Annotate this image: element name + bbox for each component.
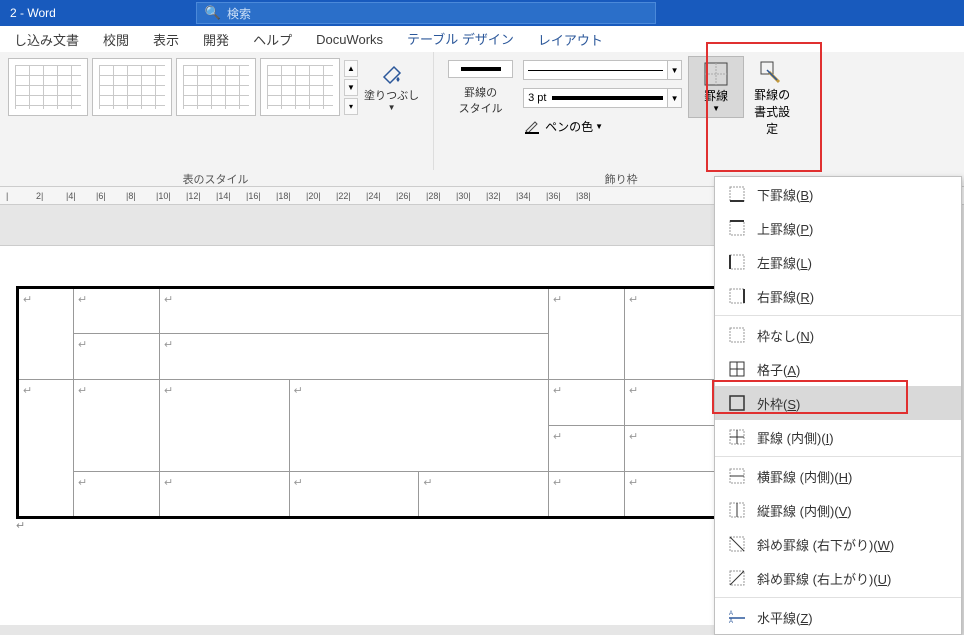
border-option-insideV[interactable]: 縦罫線 (内側)(V) [715,493,961,527]
table-row[interactable]: ↵ ↵ ↵ ↵ ↵ [18,288,735,334]
border-style-preview [448,60,513,78]
table-row[interactable]: ↵ ↵ ↵ ↵ ↵ ↵ [18,380,735,426]
search-icon: 🔍 [205,5,221,21]
dropdown-item-label: 枠なし(N) [757,326,814,345]
weight-preview [552,96,663,100]
border-style-button[interactable]: 罫線の スタイル [442,56,519,120]
all-border-icon [729,361,745,377]
chevron-down-icon: ▼ [712,104,720,113]
table-style-4[interactable] [260,58,340,116]
ribbon: ▲ ▼ ▾ 塗りつぶし ▼ 表のスタイル 罫線の スタイル [0,52,964,187]
table-style-2[interactable] [92,58,172,116]
line-weight-selector[interactable]: 3 pt [523,88,668,108]
tab-help[interactable]: ヘルプ [243,26,302,53]
dropdown-item-label: 左罫線(L) [757,253,812,272]
borders-button[interactable]: 罫線 ▼ [688,56,744,118]
chevron-down-icon: ▼ [595,122,603,131]
left-border-icon [729,254,745,270]
border-option-outside[interactable]: 外枠(S) [715,386,961,420]
border-option-top[interactable]: 上罫線(P) [715,211,961,245]
group-label-table-styles: 表のスタイル [0,171,431,187]
line-style-selector[interactable] [523,60,668,80]
border-painter-icon [759,60,785,86]
search-placeholder: 検索 [227,5,251,22]
borders-dropdown: 下罫線(B) 上罫線(P) 左罫線(L) 右罫線(R) 枠なし(N) 格子(A) 外枠(S)… [714,176,962,635]
border-option-left[interactable]: 左罫線(L) [715,245,961,279]
outside-border-icon [729,395,745,411]
dropdown-separator [715,456,961,457]
style-scroll-up[interactable]: ▲ [344,60,358,77]
svg-text:A: A [729,619,733,625]
border-option-insideH[interactable]: 横罫線 (内側)(H) [715,459,961,493]
table-style-3[interactable] [176,58,256,116]
top-border-icon [729,220,745,236]
tab-layout[interactable]: レイアウト [528,26,613,53]
dropdown-item-label: 格子(A) [757,360,800,379]
tab-mailings[interactable]: し込み文書 [4,26,89,53]
line-weight-chevron-icon[interactable]: ▼ [668,88,682,108]
insideH-border-icon [729,468,745,484]
none-border-icon [729,327,745,343]
tab-developer[interactable]: 開発 [193,26,239,53]
dropdown-item-label: 外枠(S) [757,394,800,413]
border-option-all[interactable]: 格子(A) [715,352,961,386]
table-row[interactable]: ↵ ↵ ↵ ↵ ↵ ↵ [18,472,735,518]
search-box[interactable]: 🔍 検索 [196,2,656,24]
border-option-right[interactable]: 右罫線(R) [715,279,961,313]
tab-view[interactable]: 表示 [143,26,189,53]
tab-review[interactable]: 校閲 [93,26,139,53]
word-table[interactable]: ↵ ↵ ↵ ↵ ↵ ↵ ↵ ↵ ↵ ↵ ↵ ↵ ↵ ↵ ↵ [16,286,736,519]
border-option-diagUp[interactable]: 斜め罫線 (右上がり)(U) [715,561,961,595]
diagDown-border-icon [729,536,745,552]
window-title: 2 - Word [0,6,66,20]
border-option-diagDown[interactable]: 斜め罫線 (右下がり)(W) [715,527,961,561]
dropdown-item-label: 縦罫線 (内側)(V) [757,501,852,520]
ribbon-sep-1 [433,52,434,170]
style-gallery-expand[interactable]: ▾ [344,98,358,115]
borders-icon [703,61,729,87]
style-scroll-down[interactable]: ▼ [344,79,358,96]
dropdown-item-label: 横罫線 (内側)(H) [757,467,852,486]
svg-text:A: A [729,611,733,617]
dropdown-item-label: 水平線(Z) [757,608,813,627]
table-style-1[interactable] [8,58,88,116]
border-option-horiz[interactable]: AA 水平線(Z) [715,600,961,634]
bottom-border-icon [729,186,745,202]
style-scroll: ▲ ▼ ▾ [344,59,358,116]
dropdown-item-label: 右罫線(R) [757,287,814,306]
inside-border-icon [729,429,745,445]
line-style-chevron-icon[interactable]: ▼ [668,60,682,80]
group-borders: 罫線の スタイル ▼ 3 pt ▼ [436,52,806,172]
dropdown-separator [715,315,961,316]
dropdown-item-label: 上罫線(P) [757,219,813,238]
dropdown-item-label: 斜め罫線 (右上がり)(U) [757,569,891,588]
dropdown-item-label: 斜め罫線 (右下がり)(W) [757,535,894,554]
dropdown-item-label: 罫線 (内側)(I) [757,428,834,447]
pen-color-button[interactable]: ペンの色 ▼ [523,114,682,138]
insideV-border-icon [729,502,745,518]
border-option-none[interactable]: 枠なし(N) [715,318,961,352]
ribbon-tabs: し込み文書 校閲 表示 開発 ヘルプ DocuWorks テーブル デザイン レ… [0,26,964,52]
border-option-bottom[interactable]: 下罫線(B) [715,177,961,211]
fill-button[interactable]: 塗りつぶし ▼ [358,59,425,116]
horiz-border-icon: AA [729,609,745,625]
border-painter-button[interactable]: 罫線の 書式設定 [744,56,800,141]
dropdown-item-label: 下罫線(B) [757,185,813,204]
dropdown-separator [715,597,961,598]
chevron-down-icon: ▼ [388,103,396,112]
border-option-inside[interactable]: 罫線 (内側)(I) [715,420,961,454]
pen-icon [523,117,541,135]
right-border-icon [729,288,745,304]
tab-table-design[interactable]: テーブル デザイン [397,25,524,54]
tab-docuworks[interactable]: DocuWorks [306,28,393,51]
group-table-styles: ▲ ▼ ▾ 塗りつぶし ▼ 表のスタイル [0,52,431,172]
title-bar: 2 - Word 🔍 検索 [0,0,964,26]
diagUp-border-icon [729,570,745,586]
paint-bucket-icon [380,63,404,87]
